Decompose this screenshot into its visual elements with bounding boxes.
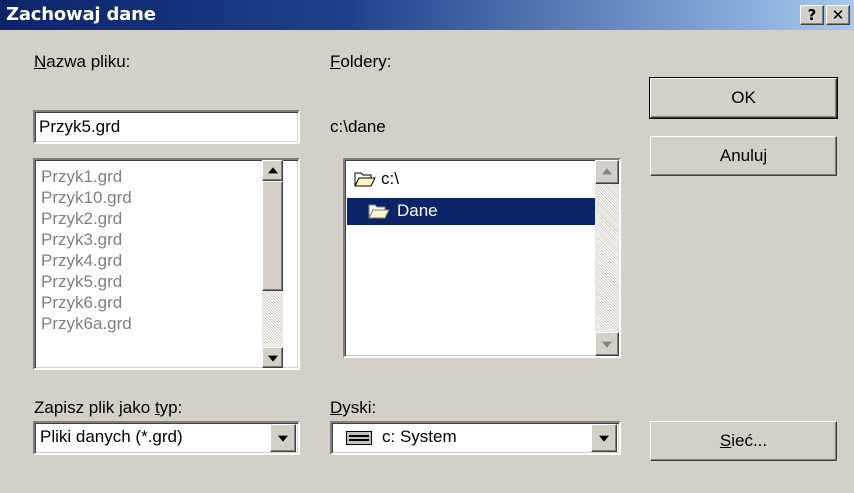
folder-list-scrollbar[interactable]: [595, 160, 619, 356]
folder-item-label: c:\: [381, 169, 399, 188]
filename-input[interactable]: Przyk5.grd: [33, 110, 300, 144]
list-item[interactable]: Przyk10.grd: [35, 187, 263, 208]
filetype-dropdown-button[interactable]: [270, 424, 296, 452]
window-title: Zachowaj dane: [6, 4, 156, 25]
current-path: c:\dane: [330, 117, 386, 136]
list-item[interactable]: Przyk3.grd: [35, 229, 263, 250]
up-arrow-icon: [267, 166, 278, 173]
down-arrow-icon: [602, 341, 612, 348]
folders-label: Foldery:: [330, 52, 392, 71]
drive-select-value: c: System: [382, 427, 457, 446]
scroll-thumb[interactable]: [262, 181, 283, 291]
folder-item-root[interactable]: c:\: [349, 166, 595, 194]
drive-select[interactable]: c: System: [330, 421, 621, 455]
scroll-up-button[interactable]: [262, 160, 283, 181]
chevron-down-icon: [278, 435, 288, 442]
list-item[interactable]: Przyk6a.grd: [35, 313, 263, 334]
down-arrow-icon: [267, 355, 278, 362]
filetype-select-value: Pliki danych (*.grd): [40, 427, 183, 446]
open-folder-icon: [368, 204, 390, 219]
file-list[interactable]: Przyk1.grd Przyk10.grd Przyk2.grd Przyk3.gr…: [33, 158, 300, 370]
ok-button[interactable]: OK: [649, 77, 838, 119]
close-button[interactable]: ✕: [826, 5, 850, 25]
folder-item-label: Dane: [397, 201, 438, 220]
file-list-items: Przyk1.grd Przyk10.grd Przyk2.grd Przyk3.gr…: [35, 166, 263, 334]
filename-label: Nazwa pliku:: [34, 52, 131, 71]
list-item[interactable]: Przyk4.grd: [35, 250, 263, 271]
drive-dropdown-button[interactable]: [591, 424, 617, 452]
help-button[interactable]: ?: [800, 5, 824, 25]
folder-item-selected[interactable]: Dane: [347, 198, 595, 225]
file-list-scrollbar[interactable]: [262, 160, 283, 368]
filetype-label: Zapisz plik jako typ:: [34, 398, 183, 417]
chevron-down-icon: [599, 435, 609, 442]
scroll-down-button[interactable]: [262, 347, 283, 368]
folder-scroll-down-button[interactable]: [595, 332, 619, 356]
list-item[interactable]: Przyk1.grd: [35, 166, 263, 187]
drive-icon: [346, 431, 372, 445]
up-arrow-icon: [602, 168, 612, 175]
list-item[interactable]: Przyk5.grd: [35, 271, 263, 292]
filename-input-value: Przyk5.grd: [39, 117, 121, 136]
drives-label: Dyski:: [330, 398, 377, 417]
cancel-button[interactable]: Anuluj: [650, 136, 837, 176]
folder-list[interactable]: c:\ Dane: [343, 158, 621, 358]
open-folder-icon: [354, 172, 376, 187]
folder-scroll-up-button[interactable]: [595, 160, 619, 184]
filetype-select[interactable]: Pliki danych (*.grd): [33, 421, 300, 455]
list-item[interactable]: Przyk2.grd: [35, 208, 263, 229]
list-item[interactable]: Przyk6.grd: [35, 292, 263, 313]
network-button[interactable]: Sieć...: [650, 421, 837, 461]
